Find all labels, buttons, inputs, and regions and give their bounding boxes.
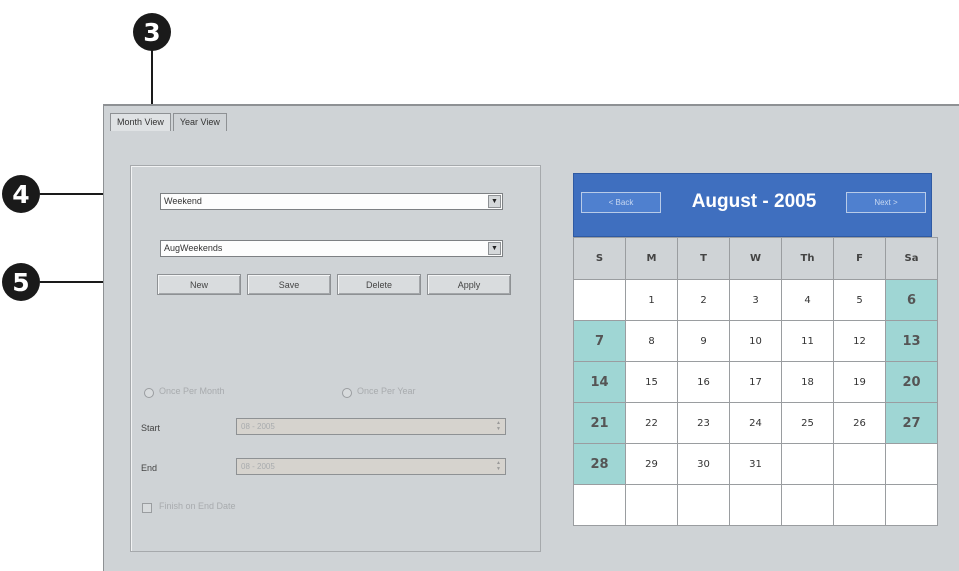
day-cell-weekend[interactable]: 7 [573,320,626,362]
end-date-value: 08 - 2005 [241,462,275,471]
start-date-field[interactable]: 08 - 2005 ▲ ▼ [236,418,506,435]
day-cell[interactable]: 9 [677,320,730,362]
finish-on-end-date-checkbox[interactable] [142,503,152,513]
day-cell[interactable] [573,279,626,321]
calendar-grid: S M T W Th F Sa 1 2 3 4 5 6 7 8 9 10 11 … [573,237,938,526]
day-cell[interactable]: 8 [625,320,678,362]
weekday-header: T [677,237,730,280]
day-cell[interactable]: 24 [729,402,782,444]
once-per-month-label: Once Per Month [159,386,225,396]
day-cell[interactable] [625,484,678,526]
day-cell-weekend[interactable]: 20 [885,361,938,403]
day-cell[interactable] [833,443,886,485]
chevron-down-icon[interactable]: ▼ [488,195,501,208]
day-cell[interactable]: 26 [833,402,886,444]
start-date-spinner[interactable]: ▲ ▼ [493,420,504,433]
weekday-header: Sa [885,237,938,280]
end-date-spinner[interactable]: ▲ ▼ [493,460,504,473]
callout-4: 4 [2,175,40,213]
day-cell-weekend[interactable]: 21 [573,402,626,444]
weekday-header: W [729,237,782,280]
day-cell[interactable] [573,484,626,526]
once-per-year-radio[interactable] [342,388,352,398]
schedule-name-value: AugWeekends [164,243,223,253]
day-cell[interactable]: 2 [677,279,730,321]
day-cell[interactable] [833,484,886,526]
start-date-value: 08 - 2005 [241,422,275,431]
schedule-type-value: Weekend [164,196,202,206]
tab-year-view[interactable]: Year View [172,113,227,131]
day-cell[interactable] [729,484,782,526]
schedule-name-dropdown[interactable]: AugWeekends ▼ [160,240,503,257]
calendar-title: August - 2005 [691,191,817,212]
new-button[interactable]: New [157,274,241,295]
day-cell[interactable]: 11 [781,320,834,362]
day-cell[interactable]: 18 [781,361,834,403]
day-cell[interactable]: 15 [625,361,678,403]
chevron-down-icon[interactable]: ▼ [488,242,501,255]
day-cell[interactable]: 30 [677,443,730,485]
callout-5: 5 [2,263,40,301]
month-calendar: < Back August - 2005 Next > S M T W Th F… [573,173,938,565]
schedule-settings-panel: Weekend ▼ AugWeekends ▼ New Save Delete … [130,165,541,552]
delete-button[interactable]: Delete [337,274,421,295]
day-cell[interactable]: 22 [625,402,678,444]
day-cell[interactable]: 23 [677,402,730,444]
callout-3: 3 [133,13,171,51]
weekday-header: M [625,237,678,280]
day-cell-weekend[interactable]: 28 [573,443,626,485]
day-cell[interactable]: 16 [677,361,730,403]
day-cell[interactable]: 31 [729,443,782,485]
day-cell[interactable] [885,484,938,526]
save-button[interactable]: Save [247,274,331,295]
day-cell-weekend[interactable]: 27 [885,402,938,444]
once-per-year-label: Once Per Year [357,386,416,396]
day-cell-weekend[interactable]: 13 [885,320,938,362]
day-cell[interactable] [885,443,938,485]
start-label: Start [141,423,161,433]
schedule-type-dropdown[interactable]: Weekend ▼ [160,193,503,210]
day-cell[interactable]: 19 [833,361,886,403]
tab-month-view[interactable]: Month View [110,113,171,131]
view-tabs: Month View Year View [110,113,229,131]
day-cell[interactable]: 5 [833,279,886,321]
day-cell-weekend[interactable]: 6 [885,279,938,321]
next-button[interactable]: Next > [846,192,926,213]
day-cell[interactable]: 12 [833,320,886,362]
back-button[interactable]: < Back [581,192,661,213]
day-cell[interactable]: 29 [625,443,678,485]
once-per-month-radio[interactable] [144,388,154,398]
day-cell[interactable]: 1 [625,279,678,321]
day-cell[interactable]: 3 [729,279,782,321]
weekday-header: Th [781,237,834,280]
weekday-header: F [833,237,886,280]
calendar-header: < Back August - 2005 Next > [573,173,932,237]
day-cell-weekend[interactable]: 14 [573,361,626,403]
day-cell[interactable]: 17 [729,361,782,403]
scheduler-window: Month View Year View Weekend ▼ AugWeeken… [103,104,959,571]
finish-on-end-date-label: Finish on End Date [159,501,236,511]
day-cell[interactable]: 4 [781,279,834,321]
day-cell[interactable]: 10 [729,320,782,362]
end-date-field[interactable]: 08 - 2005 ▲ ▼ [236,458,506,475]
day-cell[interactable] [781,443,834,485]
day-cell[interactable]: 25 [781,402,834,444]
day-cell[interactable] [781,484,834,526]
weekday-header: S [573,237,626,280]
day-cell[interactable] [677,484,730,526]
apply-button[interactable]: Apply [427,274,511,295]
end-label: End [141,463,158,473]
